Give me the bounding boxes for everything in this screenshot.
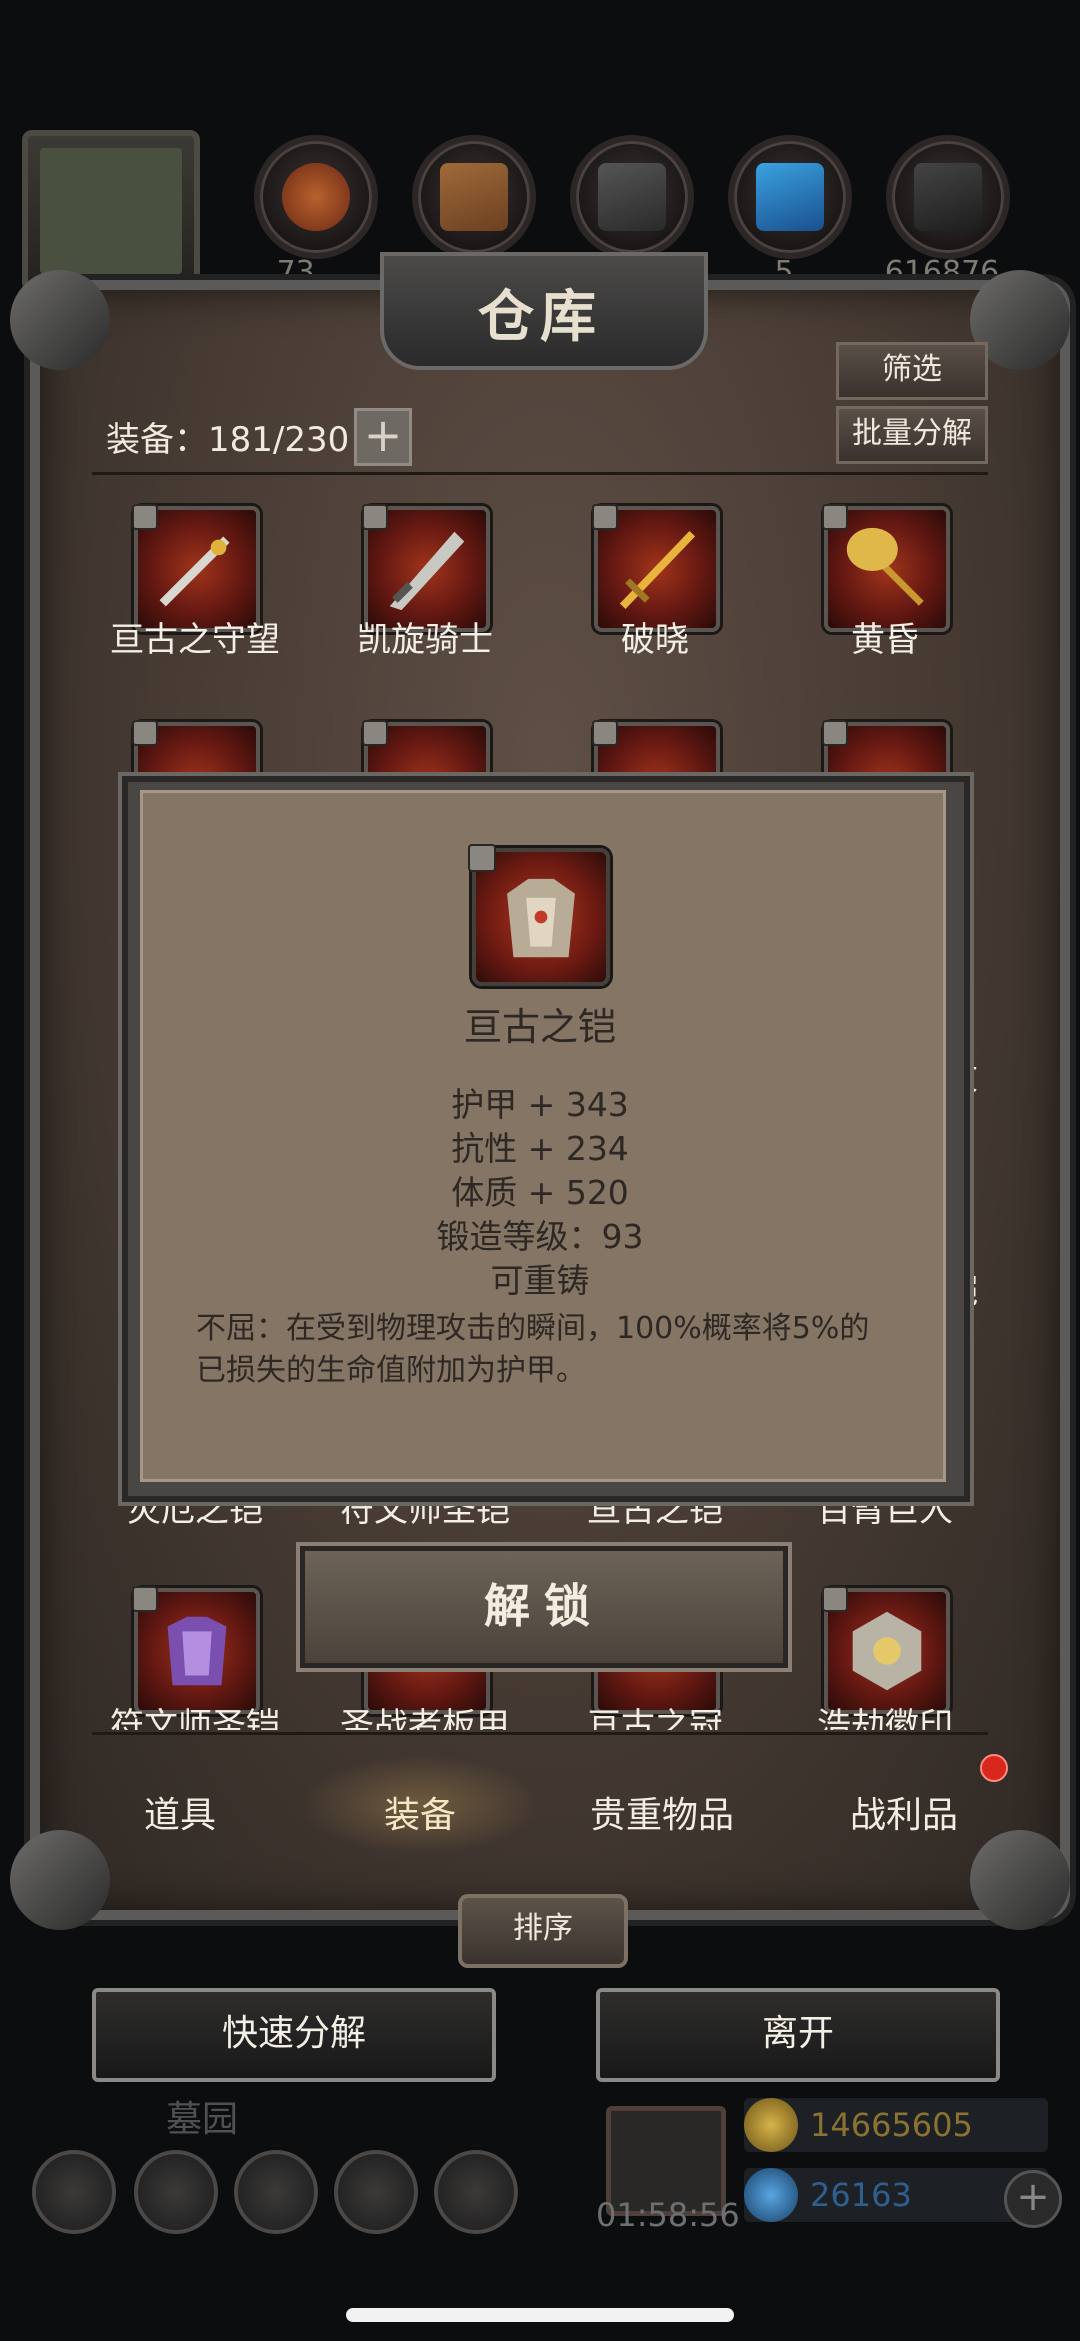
item-name: 亘古之守望	[110, 620, 280, 660]
meat-icon	[282, 163, 350, 231]
item-name: 破晓	[621, 620, 689, 660]
stat-armor: 护甲 + 343	[451, 1085, 629, 1124]
item-slot[interactable]	[822, 1586, 950, 1714]
corner-ornament	[970, 1830, 1070, 1930]
armor-icon	[167, 1616, 227, 1686]
greatsword-icon	[389, 531, 465, 611]
add-currency-icon[interactable]: +	[1004, 2170, 1062, 2228]
item-name: 符文师圣铠	[110, 1706, 280, 1730]
lock-icon	[132, 720, 158, 746]
map-icon[interactable]	[434, 2150, 518, 2234]
gem-amount: 26163	[810, 2176, 912, 2214]
wood-icon	[440, 163, 508, 231]
castle-icon[interactable]	[234, 2150, 318, 2234]
golden-sword-icon	[619, 531, 696, 609]
tab-items[interactable]: 道具	[60, 1786, 300, 1838]
meat-resource[interactable]	[254, 135, 378, 259]
item-name: 浩劫徽印	[817, 1706, 953, 1730]
lock-icon	[822, 720, 848, 746]
leave-button[interactable]: 离开	[596, 1988, 1000, 2082]
unlock-button[interactable]: 解锁	[300, 1546, 788, 1668]
tab-valuables[interactable]: 贵重物品	[542, 1786, 782, 1838]
item-description: 不屈：在受到物理攻击的瞬间，100%概率将5%的已损失的生命值附加为护甲。	[196, 1311, 870, 1388]
stone-icon	[598, 163, 666, 231]
tab-loot[interactable]: 战利品	[784, 1786, 1024, 1838]
lock-icon	[362, 720, 388, 746]
armor-icon	[507, 878, 575, 958]
quick-decompose-button[interactable]: 快速分解	[92, 1988, 496, 2082]
divider	[92, 1732, 988, 1735]
gold-amount: 14665605	[810, 2106, 973, 2144]
item-name: 黄昏	[851, 620, 919, 660]
stat-constitution: 体质 + 520	[451, 1173, 629, 1212]
sword-icon	[159, 536, 230, 607]
gift-timer: 01:58:56	[596, 2196, 740, 2234]
equip-count: 装备：181/230	[106, 420, 350, 460]
item-slot[interactable]	[132, 1586, 260, 1714]
crystal-resource[interactable]	[728, 135, 852, 259]
stat-resistance: 抗性 + 234	[451, 1129, 629, 1168]
gold-coin-icon	[744, 2098, 798, 2152]
expand-capacity-button[interactable]: +	[354, 408, 412, 466]
tab-equipment[interactable]: 装备	[300, 1786, 540, 1838]
item-name: 凯旋骑士	[357, 620, 493, 660]
panel-title: 仓库	[478, 284, 602, 350]
batch-decompose-button[interactable]: 批量分解	[836, 406, 988, 464]
avatar-icon	[40, 148, 182, 274]
popup-item-slot	[468, 844, 610, 986]
divider	[92, 472, 988, 475]
gear-icon[interactable]	[32, 2150, 116, 2234]
iron-resource[interactable]	[886, 135, 1010, 259]
gem-icon	[744, 2168, 798, 2222]
mail-icon[interactable]	[334, 2150, 418, 2234]
item-name: 圣战者板甲	[340, 1706, 510, 1730]
badge-icon[interactable]	[134, 2150, 218, 2234]
wood-resource[interactable]	[412, 135, 536, 259]
home-indicator	[346, 2308, 734, 2322]
emblem-icon	[852, 1611, 922, 1691]
stone-resource[interactable]	[570, 135, 694, 259]
sort-button[interactable]: 排序	[458, 1894, 628, 1968]
stat-forge-level: 锻造等级：93	[436, 1217, 644, 1256]
stat-reforgeable: 可重铸	[490, 1261, 590, 1300]
crystal-icon	[756, 163, 824, 231]
area-label: 墓园	[166, 2099, 239, 2140]
item-name: 亘古之冠	[587, 1706, 723, 1730]
notification-dot	[980, 1754, 1008, 1782]
corner-ornament	[10, 270, 110, 370]
avatar-frame[interactable]	[22, 130, 200, 292]
corner-ornament	[10, 1830, 110, 1930]
golden-axe-icon	[846, 527, 924, 606]
iron-icon	[914, 163, 982, 231]
filter-button[interactable]: 筛选	[836, 342, 988, 400]
lock-icon	[592, 720, 618, 746]
popup-item-name: 亘古之铠	[463, 1005, 616, 1049]
